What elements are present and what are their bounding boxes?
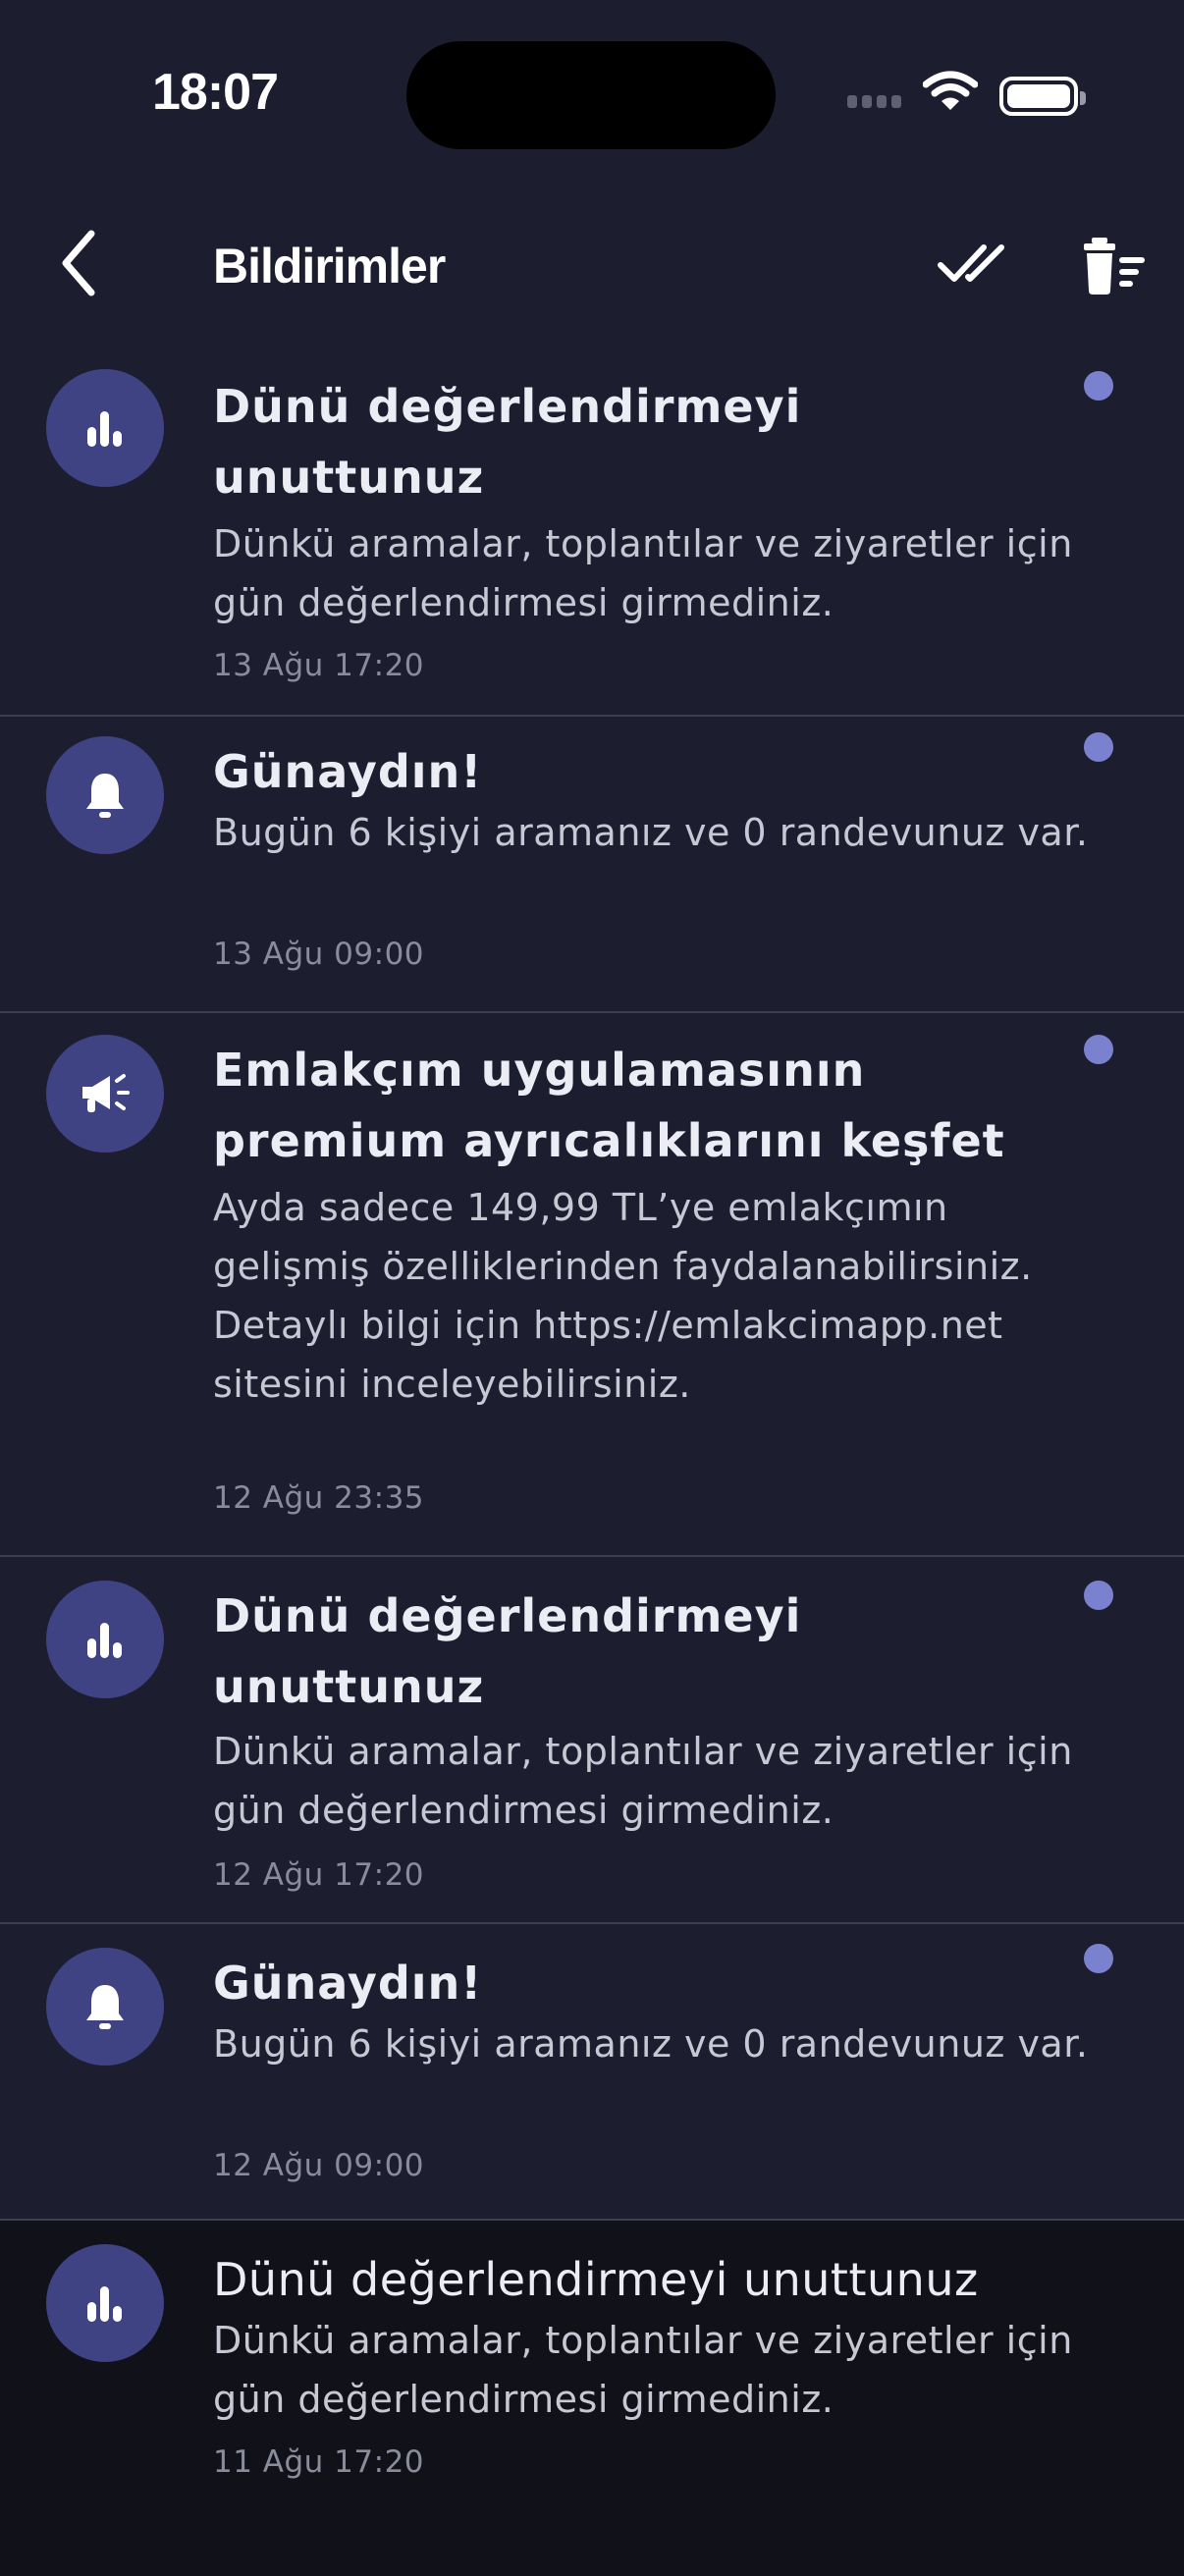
- status-bar: 18:07: [0, 0, 1184, 196]
- notification-date: 13 Ağu 17:20: [213, 648, 425, 683]
- notification-title: Günaydın!: [213, 745, 483, 798]
- status-time: 18:07: [152, 64, 279, 121]
- page-title: Bildirimler: [213, 239, 446, 294]
- wifi-icon: [922, 71, 979, 116]
- chevron-left-icon: [62, 230, 95, 296]
- notification-title: Dünü değerlendirmeyi unuttunuz: [213, 2253, 979, 2306]
- notification-title: Dünü değerlendirmeyi unuttunuz: [213, 380, 802, 504]
- megaphone-icon: [46, 1035, 164, 1153]
- trash-list-icon: [1084, 238, 1145, 295]
- bell-icon: [46, 736, 164, 854]
- unread-indicator: [1084, 1581, 1113, 1610]
- notification-item[interactable]: Günaydın! Bugün 6 kişiyi aramanız ve 0 r…: [0, 1924, 1184, 2221]
- delete-all-button[interactable]: [1080, 236, 1149, 296]
- notification-date: 12 Ağu 09:00: [213, 2148, 425, 2183]
- notification-item[interactable]: Dünü değerlendirmeyi unuttunuz Dünkü ara…: [0, 2221, 1184, 2576]
- back-button[interactable]: [54, 226, 113, 300]
- bell-icon: [46, 1948, 164, 2066]
- notification-list: Dünü değerlendirmeyi unuttunuz Dünkü ara…: [0, 332, 1184, 2576]
- notification-body: Bugün 6 kişiyi aramanız ve 0 randevunuz …: [213, 2022, 1089, 2066]
- notification-title: Dünü değerlendirmeyi unuttunuz: [213, 1589, 802, 1713]
- unread-indicator: [1084, 732, 1113, 762]
- notification-date: 11 Ağu 17:20: [213, 2444, 425, 2480]
- notification-body: Dünkü aramalar, toplantılar ve ziyaretle…: [213, 2319, 1073, 2421]
- bar-chart-icon: [46, 1581, 164, 1698]
- notification-item[interactable]: Günaydın! Bugün 6 kişiyi aramanız ve 0 r…: [0, 717, 1184, 1013]
- double-check-icon: [938, 244, 1004, 282]
- mark-all-read-button[interactable]: [933, 232, 1011, 295]
- notification-item[interactable]: Emlakçım uygulamasının premium ayrıcalık…: [0, 1013, 1184, 1557]
- notification-body: Dünkü aramalar, toplantılar ve ziyaretle…: [213, 522, 1073, 624]
- bar-chart-icon: [46, 369, 164, 487]
- unread-indicator: [1084, 1944, 1113, 1973]
- notification-body: Dünkü aramalar, toplantılar ve ziyaretle…: [213, 1730, 1073, 1832]
- navigation-bar: Bildirimler: [0, 196, 1184, 334]
- bar-chart-icon: [46, 2244, 164, 2362]
- unread-indicator: [1084, 1035, 1113, 1064]
- notification-title: Günaydın!: [213, 1957, 483, 2010]
- notification-item[interactable]: Dünü değerlendirmeyi unuttunuz Dünkü ara…: [0, 332, 1184, 717]
- notification-date: 12 Ağu 23:35: [213, 1480, 425, 1516]
- dynamic-island: [406, 41, 776, 149]
- notification-date: 13 Ağu 09:00: [213, 937, 425, 972]
- notification-body: Ayda sadece 149,99 TL’ye emlakçımın geli…: [213, 1186, 1033, 1406]
- battery-icon: [999, 77, 1086, 116]
- unread-indicator: [1084, 371, 1113, 401]
- notification-title: Emlakçım uygulamasının premium ayrıcalık…: [213, 1044, 1005, 1167]
- notification-body: Bugün 6 kişiyi aramanız ve 0 randevunuz …: [213, 811, 1089, 854]
- notification-date: 12 Ağu 17:20: [213, 1857, 425, 1893]
- notification-item[interactable]: Dünü değerlendirmeyi unuttunuz Dünkü ara…: [0, 1557, 1184, 1924]
